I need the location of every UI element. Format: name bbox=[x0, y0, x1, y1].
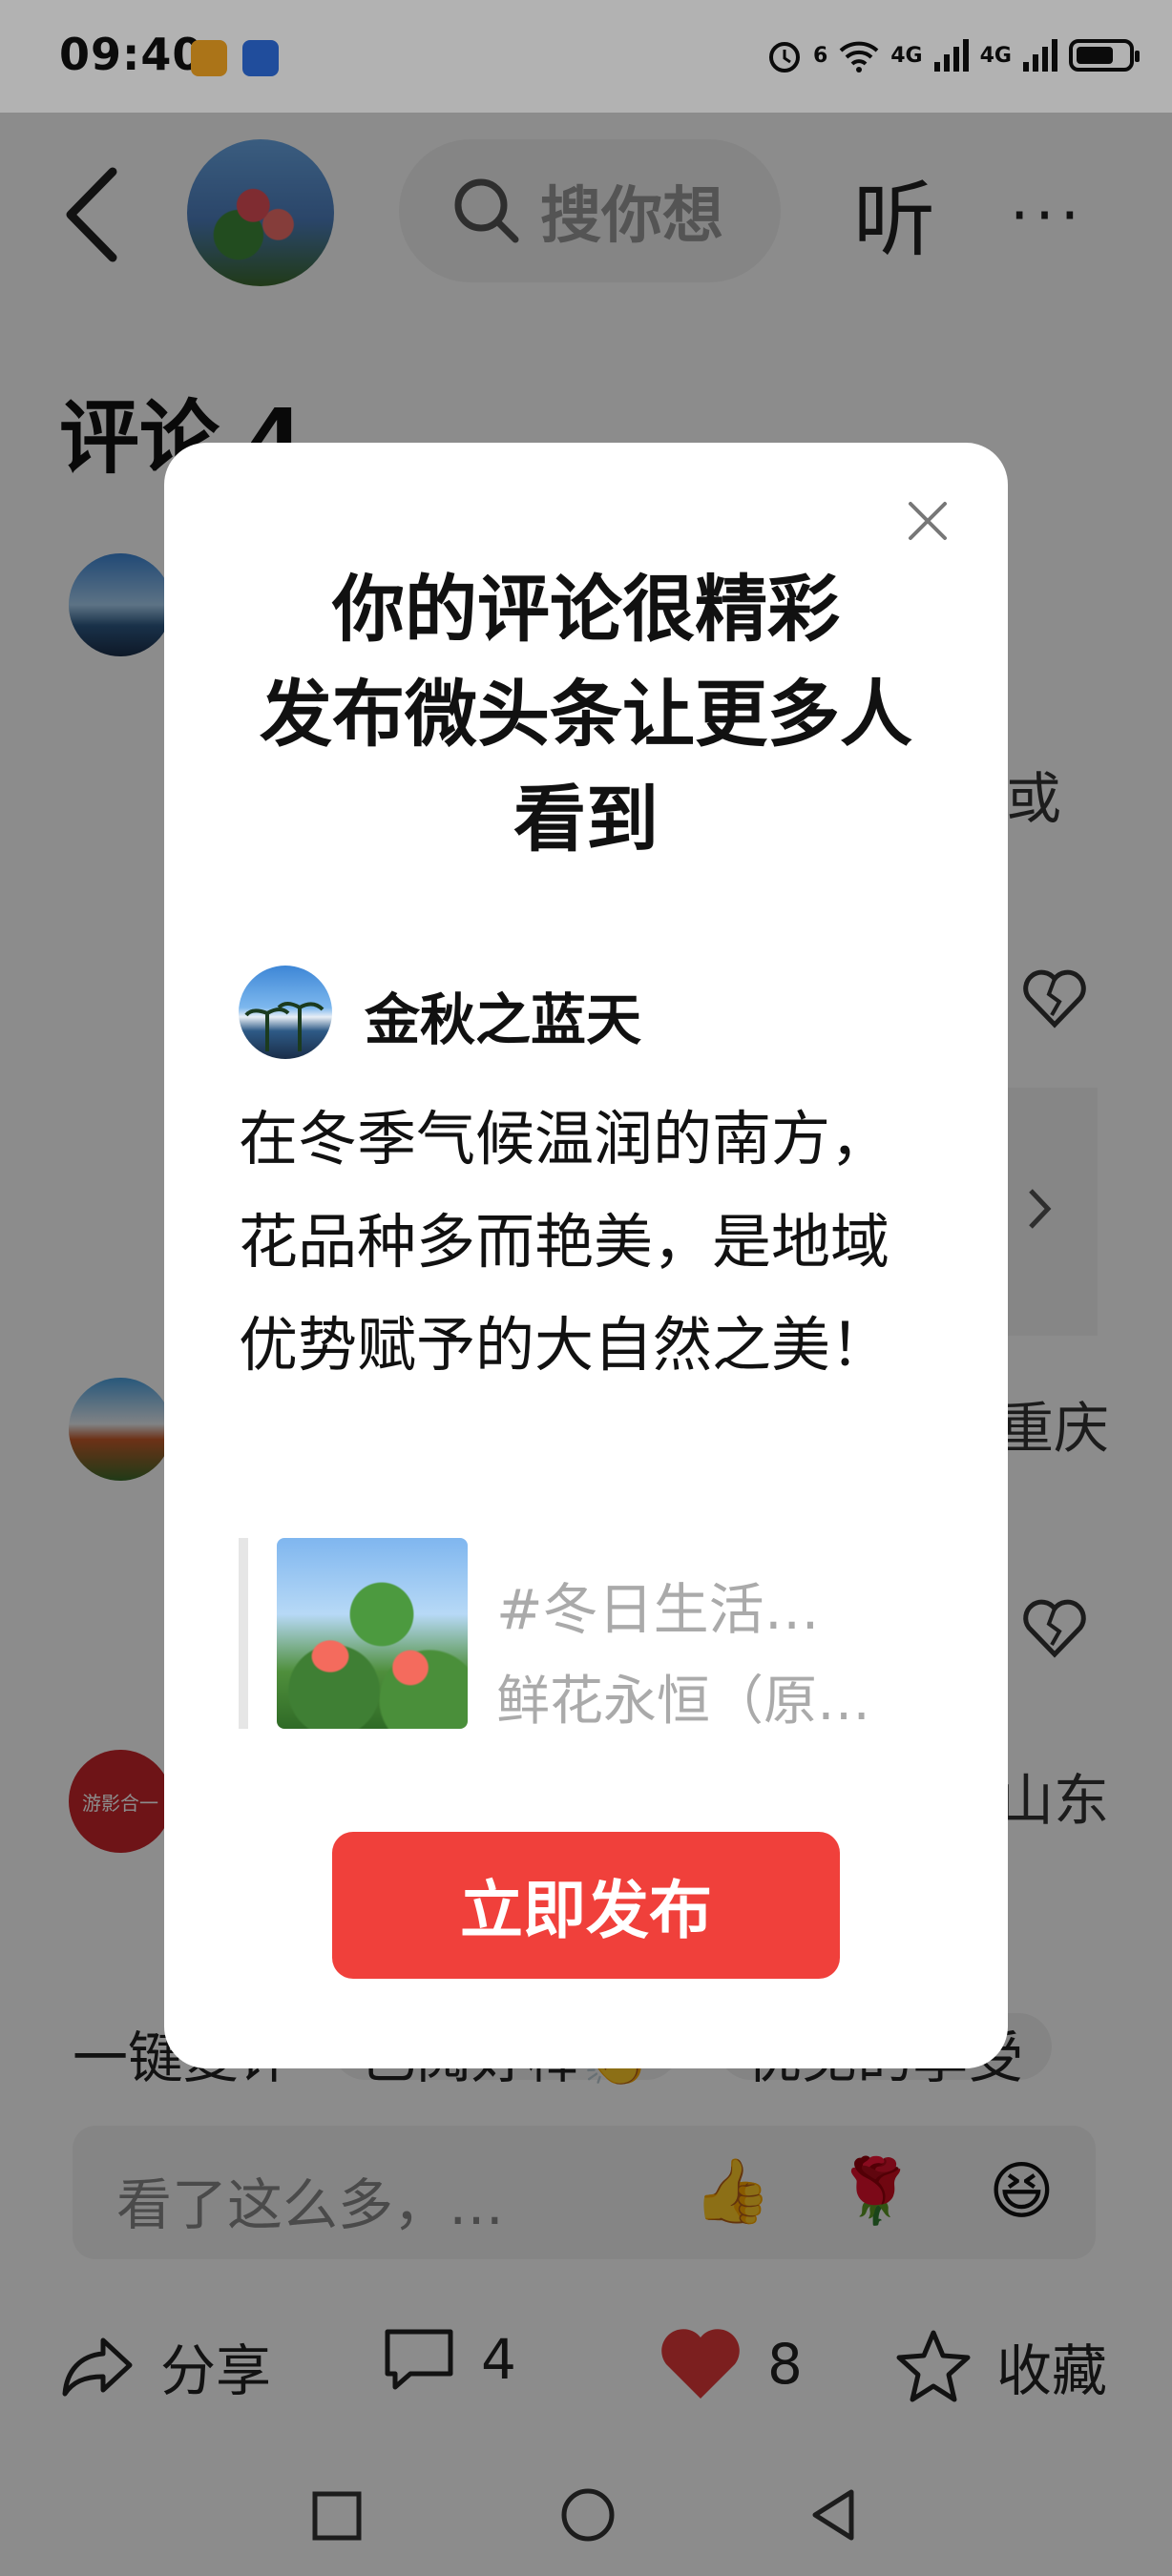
user-name: 金秋之蓝天 bbox=[365, 987, 642, 1052]
article-thumbnail bbox=[277, 1538, 468, 1729]
publish-button[interactable]: 立即发布 bbox=[332, 1832, 840, 1979]
article-title: 鲜花永恒（原… bbox=[496, 1671, 870, 1733]
dialog-title-line: 你的评论很精彩 bbox=[332, 567, 840, 652]
dialog-title-line: 看到 bbox=[513, 777, 659, 862]
palm-tree-image bbox=[244, 1002, 324, 1051]
article-topic: #冬日生活… bbox=[496, 1577, 820, 1642]
comment-text: 在冬季气候温润的南方，花品种多而艳美，是地域优势赋予的大自然之美！ bbox=[239, 1104, 890, 1380]
dialog-title-line: 发布微头条让更多人 bbox=[260, 672, 912, 757]
dialog-title: 你的评论很精彩 发布微头条让更多人 看到 bbox=[164, 557, 1008, 872]
status-bar-shade bbox=[0, 0, 1172, 113]
quote-divider bbox=[239, 1538, 248, 1729]
close-icon[interactable] bbox=[905, 498, 951, 544]
user-avatar bbox=[239, 966, 332, 1059]
